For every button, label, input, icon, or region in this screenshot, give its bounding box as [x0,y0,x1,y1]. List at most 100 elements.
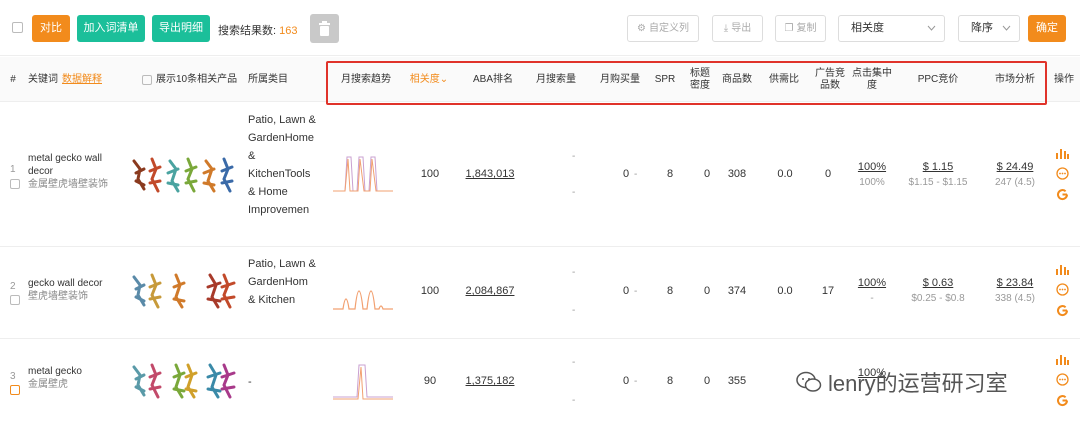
keyword-translation: 金属壁虎 [28,379,68,390]
export-button[interactable]: ⤓ 导出 [712,15,763,42]
market-rating: 247 (4.5) [994,177,1036,188]
market-rating: 338 (4.5) [994,293,1036,304]
confirm-button[interactable]: 确定 [1028,15,1066,42]
keyword-cell: metal gecko 金属壁虎 [28,365,126,391]
keyword-text[interactable]: gecko wall decor [28,277,126,290]
result-count: 搜索结果数: 163 [218,22,297,38]
compare-button[interactable]: 对比 [32,15,70,42]
products-count-value: 355 [727,375,747,387]
more-icon[interactable] [1056,167,1069,180]
trash-icon [319,21,330,36]
products-count-value: 308 [727,168,747,180]
search-trend-chart[interactable] [331,155,395,193]
keyword-text[interactable]: metal gecko wall decor [28,152,126,178]
copy-label: 复制 [796,23,817,35]
relevance-value: 100 [420,285,440,297]
col-market-header: 市场分析 [995,73,1035,85]
keyword-translation: 壁虎墙壁装饰 [28,291,88,302]
market-cell: $ 23.84 338 (4.5) [984,275,1046,307]
show-products-checkbox[interactable] [142,74,152,85]
relevance-header-label: 相关度 [409,73,440,85]
ppc-value[interactable]: $ 1.15 [900,159,976,175]
aba-rank-value[interactable]: 1,375,182 [460,375,520,387]
col-aba-header: ABA排名 [472,73,513,85]
monthly-search-sub: - [572,187,576,198]
sort-arrow-icon: ⌄ [439,73,449,85]
ppc-range: $1.15 - $1.15 [908,177,968,188]
category-cell: Patio, Lawn & GardenHome & KitchenTools … [248,114,316,216]
col-ad-products-header: 广告竞品数 [815,67,845,91]
col-monthly-purchase-header: 月购买量 [600,73,640,85]
sort-field-select[interactable]: 相关度 [838,15,945,42]
row-index: 2 [10,281,16,292]
sort-field-value: 相关度 [851,22,884,34]
copy-icon: ❐ [784,23,794,34]
add-to-list-button[interactable]: 加入词清单 [77,15,145,42]
col-relevance-header[interactable]: 相关度 ⌄ [405,57,453,102]
table-row: 1 metal gecko wall decor 金属壁虎墙壁装饰 Patio,… [0,103,1080,247]
select-all-checkbox[interactable] [12,22,23,33]
keyword-header-label: 关键词 [28,73,58,85]
toolbar: 对比 加入词清单 导出明细 搜索结果数: 163 ⚙ 自定义列 ⤓ 导出 ❐ 复制 相… [0,0,1080,56]
chevron-down-icon [927,25,936,31]
monthly-search-value: - [572,267,576,278]
col-title-density-header: 标题密度 [690,67,710,91]
sort-order-value: 降序 [971,22,993,34]
col-products-header: 展示10条相关产品 [142,57,246,102]
relevance-value: 100 [420,168,440,180]
product-thumbnails [130,361,240,401]
google-icon[interactable] [1056,304,1069,317]
google-icon[interactable] [1056,394,1069,407]
supply-ratio-value: 0.0 [777,168,793,180]
show-products-label: 展示10条相关产品 [156,73,238,85]
chart-bars-icon[interactable] [1056,263,1069,275]
monthly-search-value: - [572,357,576,368]
keyword-text[interactable]: metal gecko [28,365,126,378]
aba-rank-value[interactable]: 1,843,013 [460,168,520,180]
col-actions-header: 操作 [1054,73,1074,85]
sort-order-select[interactable]: 降序 [958,15,1020,42]
chart-bars-icon[interactable] [1056,147,1069,159]
custom-columns-label: 自定义列 [648,23,689,35]
relevance-value: 90 [423,375,437,387]
custom-columns-button[interactable]: ⚙ 自定义列 [627,15,699,42]
delete-button[interactable] [310,14,339,43]
google-icon[interactable] [1056,188,1069,201]
product-image[interactable] [130,361,240,401]
ppc-value[interactable]: $ 0.63 [900,275,976,291]
product-image[interactable] [130,271,240,311]
monthly-search-sub: - [572,395,576,406]
copy-button[interactable]: ❐ 复制 [775,15,826,42]
more-icon[interactable] [1056,283,1069,296]
supply-ratio-value: 0.0 [777,285,793,297]
market-price[interactable]: $ 23.84 [984,275,1046,291]
click-concentration-value[interactable]: 100% [852,275,892,291]
keyword-cell: gecko wall decor 壁虎墙壁装饰 [28,277,126,303]
search-trend-chart[interactable] [331,269,395,311]
more-icon[interactable] [1056,373,1069,386]
products-count-value: 374 [727,285,747,297]
ppc-cell: $ 0.63 $0.25 - $0.8 [900,275,976,307]
row-checkbox[interactable] [10,295,20,305]
spr-value: 8 [666,375,674,387]
aba-rank-value[interactable]: 2,084,867 [460,285,520,297]
export-detail-button[interactable]: 导出明细 [152,15,210,42]
col-monthly-search-header: 月搜索量 [536,73,576,85]
chart-bars-icon[interactable] [1056,353,1069,365]
ad-products-value: 0 [824,168,832,180]
row-index: 3 [10,371,16,382]
product-image[interactable] [130,155,240,195]
click-concentration-cell: 100% 100% [852,159,892,191]
spr-value: 8 [666,285,674,297]
row-checkbox[interactable] [10,179,20,189]
click-concentration-value[interactable]: 100% [852,159,892,175]
data-explanation-link[interactable]: 数据解释 [62,74,102,86]
search-trend-chart[interactable] [331,361,395,403]
ppc-cell: $ 1.15 $1.15 - $1.15 [900,159,976,191]
ad-products-value: 17 [821,285,835,297]
market-price[interactable]: $ 24.49 [984,159,1046,175]
row-checkbox[interactable] [10,385,20,395]
click-concentration-cell: 100% - [852,275,892,307]
monthly-purchase-dash: - [634,286,638,297]
chevron-down-icon [1002,25,1011,31]
